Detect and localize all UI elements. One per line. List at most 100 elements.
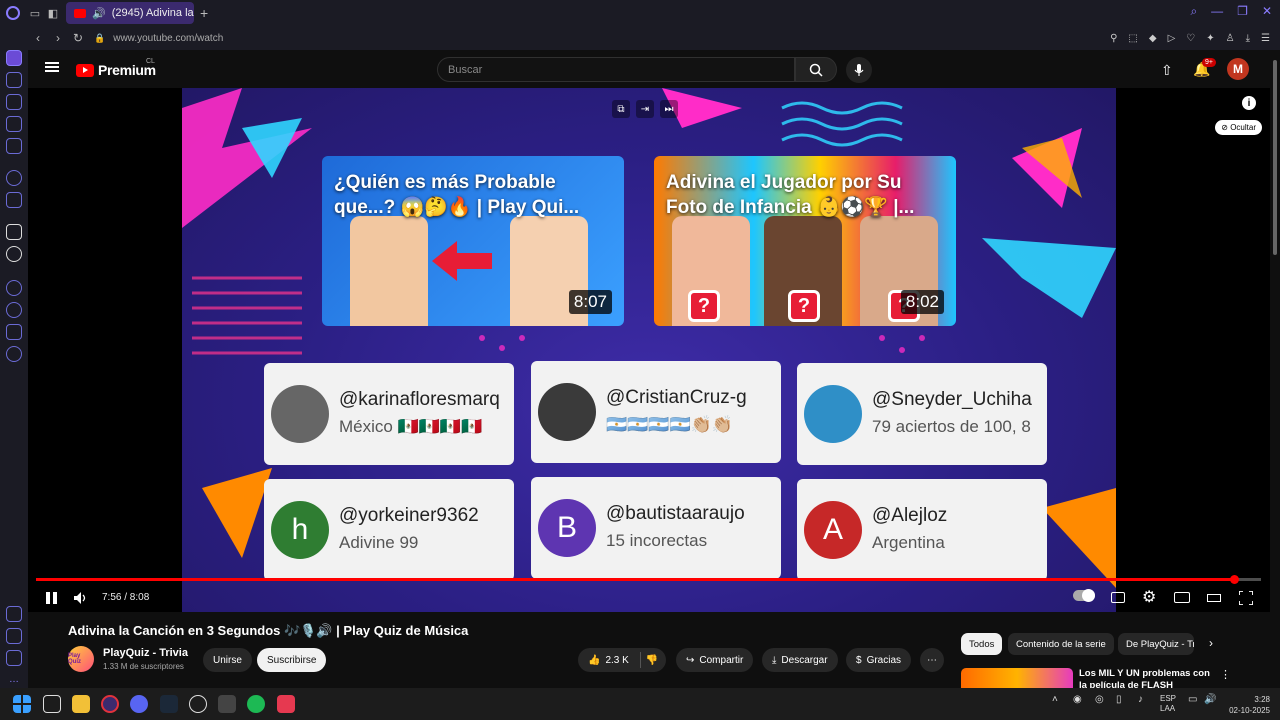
sidebar-spotify-icon[interactable] <box>6 192 22 208</box>
lock-icon[interactable]: 🔒 <box>94 33 105 44</box>
chip-series[interactable]: Contenido de la serie <box>1008 633 1114 655</box>
tray-chevron-icon[interactable]: ˄ <box>1052 694 1058 705</box>
spotify-taskbar-icon[interactable] <box>247 695 265 713</box>
discord-taskbar-icon[interactable] <box>130 695 148 713</box>
youtube-logo[interactable]: Premium CL <box>76 58 156 78</box>
player-icon[interactable]: ▷ <box>1168 33 1176 44</box>
theater-mode-icon[interactable] <box>1207 594 1221 602</box>
account-icon[interactable]: ♙ <box>1226 33 1235 44</box>
video-player[interactable]: ¿Quién es más Probable que...? 😱🤔🔥 | Pla… <box>28 88 1270 612</box>
sidebar-games-icon[interactable] <box>6 72 22 88</box>
heart-icon[interactable]: ♡ <box>1186 33 1195 44</box>
miniplayer-icon[interactable] <box>1174 592 1190 603</box>
miniplayer-overlay-icon[interactable]: ⧉ <box>612 100 630 118</box>
autoplay-toggle[interactable] <box>1073 589 1095 602</box>
share-button[interactable]: ↪ Compartir <box>676 648 754 672</box>
outlook-icon[interactable]: ◧ <box>44 4 62 22</box>
opera-gx-taskbar-icon[interactable] <box>101 695 119 713</box>
menu-icon[interactable]: ☰ <box>1261 33 1270 44</box>
hide-button[interactable]: ⊘ Ocultar <box>1215 120 1262 135</box>
tray-mic-icon[interactable]: ♪ <box>1138 694 1143 705</box>
progress-bar[interactable] <box>36 575 1261 584</box>
vpn-icon[interactable]: ◆ <box>1149 33 1157 44</box>
chip-from-channel[interactable]: De PlayQuiz - Tr <box>1118 633 1194 655</box>
search-tabs-icon[interactable]: ⌕ <box>1190 4 1197 19</box>
sidebar-wallet-icon[interactable] <box>6 606 22 622</box>
close-window-button[interactable]: ✕ <box>1262 4 1272 19</box>
task-view-icon[interactable] <box>43 695 61 713</box>
download-button[interactable]: ⤓ Descargar <box>762 648 838 672</box>
volume-icon[interactable] <box>74 592 88 604</box>
settings-gear-icon[interactable]: ⚙ <box>1142 587 1156 607</box>
reload-button[interactable]: ↻ <box>68 31 88 45</box>
sidebar-aria-icon[interactable] <box>6 224 22 240</box>
upload-icon[interactable]: ⇧ <box>1161 62 1173 79</box>
network-icon[interactable]: ▭ <box>1188 694 1197 705</box>
fullscreen-icon[interactable] <box>1239 591 1253 605</box>
channel-avatar[interactable]: Play Quiz <box>68 646 94 672</box>
steam-taskbar-icon[interactable] <box>160 695 178 713</box>
sidebar-refresh-icon[interactable] <box>6 170 22 186</box>
sidebar-home-icon[interactable] <box>6 50 22 66</box>
forward-button[interactable]: › <box>48 31 68 45</box>
subtitles-icon[interactable] <box>1111 592 1125 603</box>
account-avatar[interactable]: M <box>1227 58 1249 80</box>
app-red-taskbar-icon[interactable] <box>277 695 295 713</box>
search-button[interactable] <box>795 57 837 82</box>
sidebar-twitch-icon[interactable] <box>6 116 22 132</box>
app-taskbar-icon[interactable] <box>189 695 207 713</box>
sidebar-settings-icon[interactable] <box>6 346 22 362</box>
sidebar-discord-icon[interactable] <box>6 138 22 154</box>
search-input[interactable]: Buscar <box>437 57 795 82</box>
skip-next-overlay-icon[interactable]: ⏭ <box>660 100 678 118</box>
back-button[interactable]: ‹ <box>28 31 48 45</box>
windows-start-icon[interactable] <box>13 695 31 713</box>
page-scrollbar[interactable] <box>1270 50 1280 688</box>
volume-tray-icon[interactable]: 🔊 <box>1204 694 1216 705</box>
tray-app-icon[interactable]: ◎ <box>1095 694 1104 705</box>
end-card-video-2[interactable]: ? ? ? Adivina el Jugador por Su Foto de … <box>654 156 956 326</box>
sidebar-store-icon[interactable] <box>6 94 22 110</box>
opera-logo-icon[interactable] <box>0 0 26 26</box>
end-card-video-1[interactable]: ¿Quién es más Probable que...? 😱🤔🔥 | Pla… <box>322 156 624 326</box>
sidebar-box-icon[interactable] <box>6 628 22 644</box>
cast-overlay-icon[interactable]: ⇥ <box>636 100 654 118</box>
chip-all[interactable]: Todos <box>961 633 1003 655</box>
extensions-icon[interactable]: ✦ <box>1206 33 1214 44</box>
gamepad-icon[interactable]: ▭ <box>26 4 44 22</box>
chips-next-chevron-icon[interactable]: › <box>1209 636 1213 650</box>
sidebar-more-icon[interactable]: … <box>9 674 19 685</box>
sidebar-favorites-icon[interactable] <box>6 280 22 296</box>
voice-search-button[interactable] <box>846 57 872 83</box>
maximize-button[interactable]: ❐ <box>1237 4 1248 19</box>
thanks-button[interactable]: $ Gracias <box>846 648 912 672</box>
sidebar-extensions-icon[interactable] <box>6 324 22 340</box>
sidebar-history-icon[interactable] <box>6 302 22 318</box>
recommended-more-icon[interactable]: ⋮ <box>1220 668 1231 681</box>
more-actions-button[interactable]: ⋯ <box>920 648 944 672</box>
tray-app-icon[interactable]: ◉ <box>1073 694 1082 705</box>
subscribe-button[interactable]: Suscribirse <box>257 648 327 672</box>
clock[interactable]: 3:28 02-10-2025 <box>1226 694 1270 716</box>
hamburger-menu-icon[interactable] <box>45 62 59 72</box>
tray-usb-icon[interactable]: ▯ <box>1116 694 1122 705</box>
minimize-button[interactable]: — <box>1211 4 1223 19</box>
url-field[interactable]: www.youtube.com/watch <box>113 33 223 44</box>
recommended-thumbnail[interactable] <box>961 668 1073 688</box>
file-explorer-icon[interactable] <box>72 695 90 713</box>
thumbs-down-icon[interactable]: 👎 <box>646 655 658 666</box>
join-button[interactable]: Unirse <box>203 648 252 672</box>
tab-youtube[interactable]: 🔊 (2945) Adivina la Canc <box>66 2 194 24</box>
new-tab-button[interactable]: + <box>200 5 208 21</box>
pin-icon[interactable]: ⚲ <box>1110 33 1117 44</box>
language-indicator[interactable]: ESP LAA <box>1160 694 1176 714</box>
snapshot-icon[interactable]: ⬚ <box>1128 33 1137 44</box>
sidebar-chatgpt-icon[interactable] <box>6 246 22 262</box>
video-frame[interactable]: ¿Quién es más Probable que...? 😱🤔🔥 | Pla… <box>182 88 1116 612</box>
scrubber-handle[interactable] <box>1230 575 1240 584</box>
pause-icon[interactable] <box>46 592 57 604</box>
recorder-taskbar-icon[interactable] <box>218 695 236 713</box>
download-icon[interactable]: ⤓ <box>1246 33 1250 44</box>
like-button[interactable]: 👍 2.3 K 👎 <box>578 648 667 672</box>
info-icon[interactable]: i <box>1242 96 1256 110</box>
